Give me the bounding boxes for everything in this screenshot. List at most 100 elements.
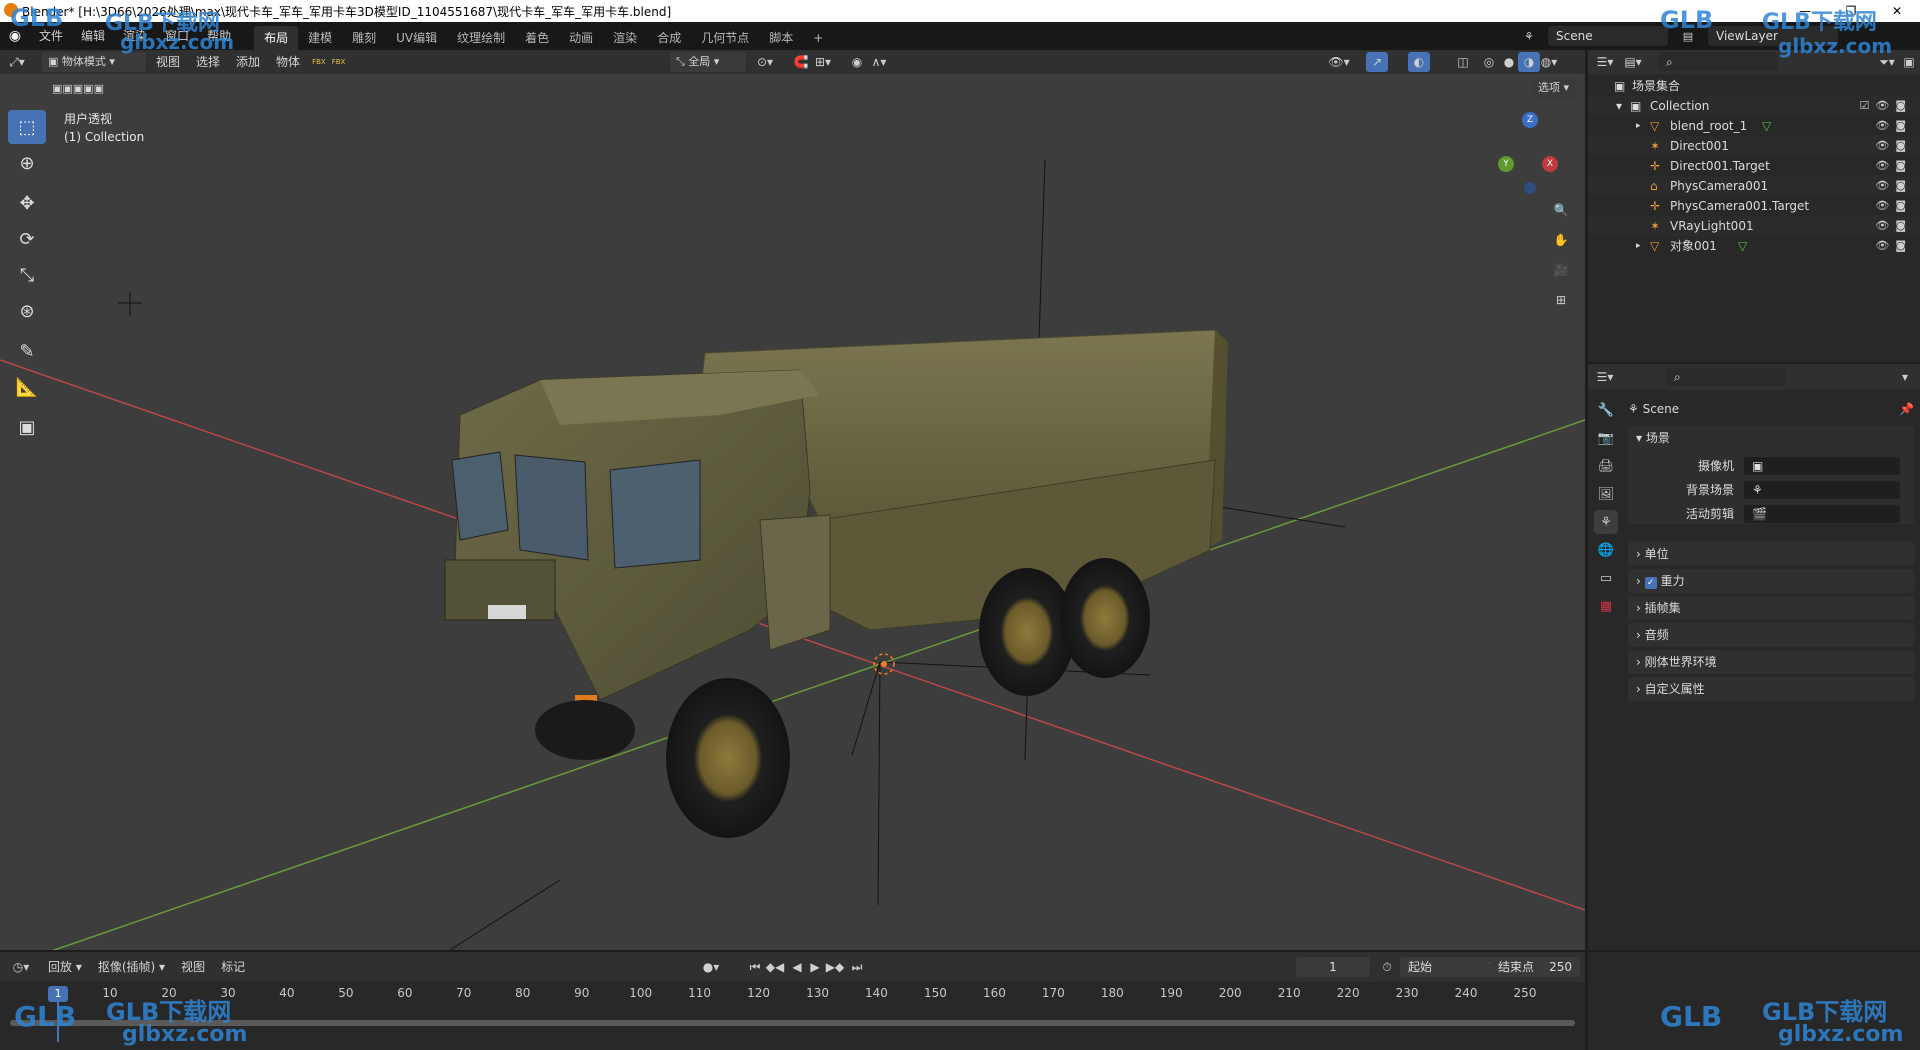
tab-shading[interactable]: 着色 <box>515 26 559 50</box>
texture-tab-icon[interactable]: ▦ <box>1594 594 1618 618</box>
end-frame-field[interactable]: 结束点 250 <box>1490 957 1580 977</box>
y-axis-icon[interactable]: Y <box>1498 156 1514 172</box>
x-axis-icon[interactable]: X <box>1542 156 1558 172</box>
mesh-data-icon[interactable]: ▽ <box>1762 116 1771 136</box>
outliner-item[interactable]: ✛ Direct001.Target 👁◙ <box>1588 156 1920 176</box>
measure-tool[interactable]: 📐 <box>8 370 46 404</box>
start-frame-field[interactable]: 起始1 <box>1400 957 1504 977</box>
visibility-toggles[interactable]: ☑👁◙ <box>1860 96 1913 116</box>
playback-menu[interactable]: 回放 ▾ <box>40 957 90 977</box>
active-clip-field[interactable]: 🎬 <box>1744 505 1900 523</box>
z-axis-icon[interactable]: Z <box>1522 112 1538 128</box>
mesh-data-icon[interactable]: ▽ <box>1738 236 1747 256</box>
overlay-icon[interactable]: ◐ <box>1408 52 1430 72</box>
keying-menu[interactable]: 抠像(插帧) ▾ <box>90 957 173 977</box>
timeline-view-menu[interactable]: 视图 <box>173 957 213 977</box>
expand-icon[interactable]: ▾ <box>1616 96 1622 116</box>
camera-field[interactable]: ▣ <box>1744 457 1900 475</box>
gravity-section[interactable]: › ✓ 重力 <box>1628 569 1914 593</box>
current-frame-field[interactable]: 1 <box>1296 957 1370 977</box>
units-section[interactable]: › 单位 <box>1628 542 1914 566</box>
collapse-icon[interactable]: ▾ <box>1636 431 1646 445</box>
outliner-item[interactable]: ✶ Direct001 👁◙ <box>1588 136 1920 156</box>
outliner-item[interactable]: ▸ ▽ 对象001 ▽ 👁◙ <box>1588 236 1920 256</box>
visibility-toggles[interactable]: 👁◙ <box>1875 136 1912 156</box>
gizmo-icon[interactable]: ↗ <box>1366 52 1388 72</box>
world-tab-icon[interactable]: 🌐 <box>1594 538 1618 562</box>
timeline-type-icon[interactable]: ◷▾ <box>10 957 32 977</box>
display-mode-icon[interactable]: ▤▾ <box>1622 52 1644 72</box>
annotate-tool[interactable]: ✎ <box>8 334 46 368</box>
outliner-item[interactable]: ✶ VRayLight001 👁◙ <box>1588 216 1920 236</box>
transform-orientation[interactable]: ⤡ 全局 ▾ <box>670 52 746 72</box>
3d-viewport[interactable]: ⤢▾ ▣ 物体模式 ▾ 视图 选择 添加 物体 FBX FBX ⤡ 全局 ▾ ⊙… <box>0 50 1585 950</box>
rotate-tool[interactable]: ⟳ <box>8 222 46 256</box>
editor-type-icon[interactable]: ⤢▾ <box>6 52 28 72</box>
select-box-tool[interactable]: ⬚ <box>8 110 46 144</box>
custom-properties-section[interactable]: › 自定义属性 <box>1628 677 1914 701</box>
perspective-toggle-icon[interactable]: ⊞ <box>1550 285 1572 315</box>
prev-keyframe-icon[interactable]: ◆◀ <box>764 957 786 977</box>
visibility-toggles[interactable]: 👁◙ <box>1875 116 1912 136</box>
new-collection-icon[interactable]: ▣ <box>1898 52 1920 72</box>
menu-object[interactable]: 物体 <box>268 52 308 72</box>
view-layer-tab-icon[interactable]: 🖼 <box>1594 482 1618 506</box>
collection-row[interactable]: ▾ ▣ Collection ☑👁◙ <box>1588 96 1920 116</box>
viewport-scene[interactable] <box>0 50 1585 950</box>
jump-start-icon[interactable]: ⏮ <box>744 957 766 977</box>
tab-layout[interactable]: 布局 <box>254 26 299 50</box>
expand-icon[interactable]: ▸ <box>1636 236 1641 256</box>
scene-section[interactable]: ▾ 场景 摄像机 ▣ 背景场景 ⚘ 活动剪辑 🎬 <box>1628 426 1914 524</box>
camera-view-icon[interactable]: 🎥 <box>1550 255 1572 285</box>
audio-section[interactable]: › 音频 <box>1628 623 1914 647</box>
fbx-import-icon[interactable]: FBX <box>312 58 326 66</box>
zoom-icon[interactable]: 🔍 <box>1550 195 1572 225</box>
move-tool[interactable]: ✥ <box>8 186 46 220</box>
tool-tab-icon[interactable]: 🔧 <box>1594 398 1618 422</box>
scene-field[interactable]: Scene <box>1548 26 1668 46</box>
properties-options-icon[interactable]: ▾ <box>1894 367 1916 387</box>
tab-geometry-nodes[interactable]: 几何节点 <box>691 26 759 50</box>
outliner-type-icon[interactable]: ☰▾ <box>1594 52 1616 72</box>
shading-wireframe-icon[interactable]: ◎ <box>1478 52 1500 72</box>
outliner-item[interactable]: ✛ PhysCamera001.Target 👁◙ <box>1588 196 1920 216</box>
tab-modeling[interactable]: 建模 <box>298 26 342 50</box>
collection-tab-icon[interactable]: ▭ <box>1594 566 1618 590</box>
properties-type-icon[interactable]: ☰▾ <box>1594 367 1616 387</box>
background-scene-field[interactable]: ⚘ <box>1744 481 1900 499</box>
snap-icon[interactable]: 🧲 <box>790 52 812 72</box>
proportional-edit-icon[interactable]: ◉ <box>846 52 868 72</box>
tab-uv-editing[interactable]: UV编辑 <box>386 26 447 50</box>
neg-z-axis-icon[interactable] <box>1524 182 1536 194</box>
xray-icon[interactable]: ◫ <box>1452 52 1474 72</box>
render-tab-icon[interactable]: 📷 <box>1594 426 1618 450</box>
visibility-toggles[interactable]: 👁◙ <box>1875 236 1912 256</box>
scale-tool[interactable]: ⤡ <box>8 258 46 292</box>
properties-search[interactable]: ⌕ <box>1666 368 1786 386</box>
pivot-icon[interactable]: ⊙▾ <box>754 52 776 72</box>
expand-icon[interactable]: ▸ <box>1636 116 1641 136</box>
record-icon[interactable]: ●▾ <box>700 957 722 977</box>
close-button[interactable]: ✕ <box>1874 0 1920 22</box>
tab-sculpting[interactable]: 雕刻 <box>342 26 386 50</box>
menu-select[interactable]: 选择 <box>188 52 228 72</box>
marker-menu[interactable]: 标记 <box>213 957 253 977</box>
outliner-search[interactable]: ⌕ <box>1658 53 1778 71</box>
fbx-export-icon[interactable]: FBX <box>332 58 346 66</box>
output-tab-icon[interactable]: 🖨 <box>1594 454 1618 478</box>
shading-material-icon[interactable]: ◑ <box>1518 52 1540 72</box>
options-button[interactable]: 选项 ▾ <box>1532 78 1576 98</box>
visibility-toggles[interactable]: 👁◙ <box>1875 156 1912 176</box>
tab-animation[interactable]: 动画 <box>559 26 603 50</box>
visibility-toggles[interactable]: 👁◙ <box>1875 216 1912 236</box>
snap-target-icon[interactable]: ⊞▾ <box>812 52 834 72</box>
scene-icon[interactable]: ⚘ <box>1524 30 1548 43</box>
pin-icon[interactable]: 📌 <box>1899 398 1914 420</box>
visibility-toggles[interactable]: 👁◙ <box>1875 196 1912 216</box>
outliner-item[interactable]: ⌂ PhysCamera001 👁◙ <box>1588 176 1920 196</box>
menu-view[interactable]: 视图 <box>148 52 188 72</box>
tab-texture-paint[interactable]: 纹理绘制 <box>447 26 515 50</box>
scene-collection-row[interactable]: ▣ 场景集合 <box>1588 76 1920 96</box>
transform-tool[interactable]: ⊛ <box>8 294 46 328</box>
shading-solid-icon[interactable]: ● <box>1498 52 1520 72</box>
